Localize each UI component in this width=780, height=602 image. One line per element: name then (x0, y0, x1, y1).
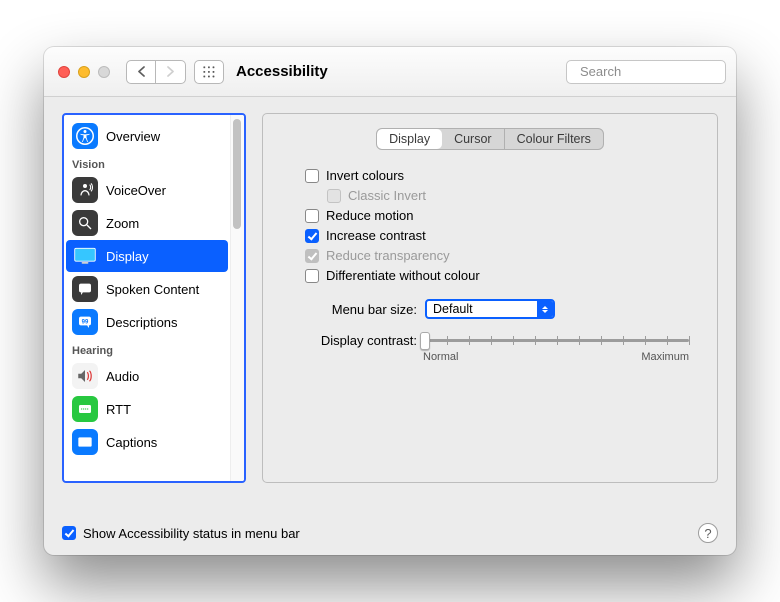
classic-invert-row: Classic Invert (327, 188, 699, 203)
scrollbar-thumb[interactable] (233, 119, 241, 229)
category-sidebar: Overview Vision VoiceOver Zoom (62, 113, 246, 483)
sidebar-item-label: RTT (106, 402, 131, 417)
slider-knob[interactable] (420, 332, 430, 350)
rtt-icon (72, 396, 98, 422)
sidebar-item-label: VoiceOver (106, 183, 166, 198)
audio-icon (72, 363, 98, 389)
window-controls (54, 66, 110, 78)
nav-buttons (126, 60, 186, 84)
show-status-menubar-checkbox[interactable] (62, 526, 76, 540)
display-settings-panel: Display Cursor Colour Filters Invert col… (262, 113, 718, 483)
slider-min-label: Normal (423, 351, 458, 363)
classic-invert-label: Classic Invert (348, 188, 426, 203)
sidebar-item-zoom[interactable]: Zoom (66, 207, 228, 239)
sidebar-item-label: Descriptions (106, 315, 178, 330)
toolbar: Accessibility (44, 47, 736, 97)
menu-bar-size-select[interactable]: Default (425, 299, 555, 319)
reduce-transparency-checkbox (305, 249, 319, 263)
sidebar-item-overview[interactable]: Overview (66, 120, 228, 152)
tab-display[interactable]: Display (377, 129, 442, 149)
sidebar-item-label: Spoken Content (106, 282, 199, 297)
display-icon (72, 243, 98, 269)
display-contrast-row: Display contrast: Normal (281, 331, 699, 363)
sidebar-item-descriptions[interactable]: 99 Descriptions (66, 306, 228, 338)
sidebar-heading-vision: Vision (64, 153, 230, 173)
increase-contrast-label: Increase contrast (326, 228, 426, 243)
sidebar-item-label: Audio (106, 369, 139, 384)
display-contrast-label: Display contrast: (307, 333, 417, 348)
increase-contrast-checkbox[interactable] (305, 229, 319, 243)
display-contrast-slider[interactable] (425, 331, 689, 349)
zoom-icon (72, 210, 98, 236)
reduce-motion-checkbox[interactable] (305, 209, 319, 223)
reduce-transparency-label: Reduce transparency (326, 248, 450, 263)
search-field[interactable] (566, 60, 726, 84)
slider-max-label: Maximum (641, 351, 689, 363)
sidebar-scrollbar[interactable] (230, 115, 244, 481)
show-all-button[interactable] (194, 60, 224, 84)
differentiate-colour-label: Differentiate without colour (326, 268, 480, 283)
show-status-menubar-label: Show Accessibility status in menu bar (83, 526, 300, 541)
minimize-button[interactable] (78, 66, 90, 78)
descriptions-icon: 99 (72, 309, 98, 335)
select-stepper-icon (537, 301, 553, 317)
tab-colour-filters[interactable]: Colour Filters (505, 129, 603, 149)
captions-icon (72, 429, 98, 455)
sidebar-item-spoken-content[interactable]: Spoken Content (66, 273, 228, 305)
accessibility-icon (72, 123, 98, 149)
chevron-left-icon (137, 66, 146, 77)
voiceover-icon (72, 177, 98, 203)
footer: Show Accessibility status in menu bar ? (44, 517, 736, 555)
zoom-button (98, 66, 110, 78)
search-input[interactable] (578, 63, 736, 80)
reduce-transparency-row: Reduce transparency (305, 248, 699, 263)
spoken-content-icon (72, 276, 98, 302)
help-button[interactable]: ? (698, 523, 718, 543)
menu-bar-size-label: Menu bar size: (307, 302, 417, 317)
sidebar-item-rtt[interactable]: RTT (66, 393, 228, 425)
chevron-right-icon (166, 66, 175, 77)
menu-bar-size-row: Menu bar size: Default (281, 299, 699, 319)
close-button[interactable] (58, 66, 70, 78)
sidebar-item-captions[interactable]: Captions (66, 426, 228, 458)
tab-cursor[interactable]: Cursor (442, 129, 504, 149)
sidebar-item-voiceover[interactable]: VoiceOver (66, 174, 228, 206)
reduce-motion-row[interactable]: Reduce motion (305, 208, 699, 223)
invert-colours-checkbox[interactable] (305, 169, 319, 183)
grid-icon (202, 65, 216, 79)
back-button[interactable] (126, 60, 156, 84)
sidebar-item-audio[interactable]: Audio (66, 360, 228, 392)
classic-invert-checkbox (327, 189, 341, 203)
sidebar-item-display[interactable]: Display (66, 240, 228, 272)
select-value: Default (433, 302, 473, 316)
differentiate-colour-checkbox[interactable] (305, 269, 319, 283)
sidebar-list[interactable]: Overview Vision VoiceOver Zoom (64, 115, 230, 481)
window-title: Accessibility (236, 63, 328, 80)
invert-colours-row[interactable]: Invert colours (305, 168, 699, 183)
sidebar-heading-hearing: Hearing (64, 339, 230, 359)
sidebar-item-label: Captions (106, 435, 157, 450)
reduce-motion-label: Reduce motion (326, 208, 413, 223)
increase-contrast-row[interactable]: Increase contrast (305, 228, 699, 243)
differentiate-colour-row[interactable]: Differentiate without colour (305, 268, 699, 283)
invert-colours-label: Invert colours (326, 168, 404, 183)
sidebar-item-label: Display (106, 249, 149, 264)
preferences-window: Accessibility Overview Vision (44, 47, 736, 555)
sidebar-item-label: Zoom (106, 216, 139, 231)
sidebar-item-label: Overview (106, 129, 160, 144)
forward-button[interactable] (156, 60, 186, 84)
display-tabs: Display Cursor Colour Filters (376, 128, 604, 150)
svg-text:99: 99 (82, 319, 89, 325)
